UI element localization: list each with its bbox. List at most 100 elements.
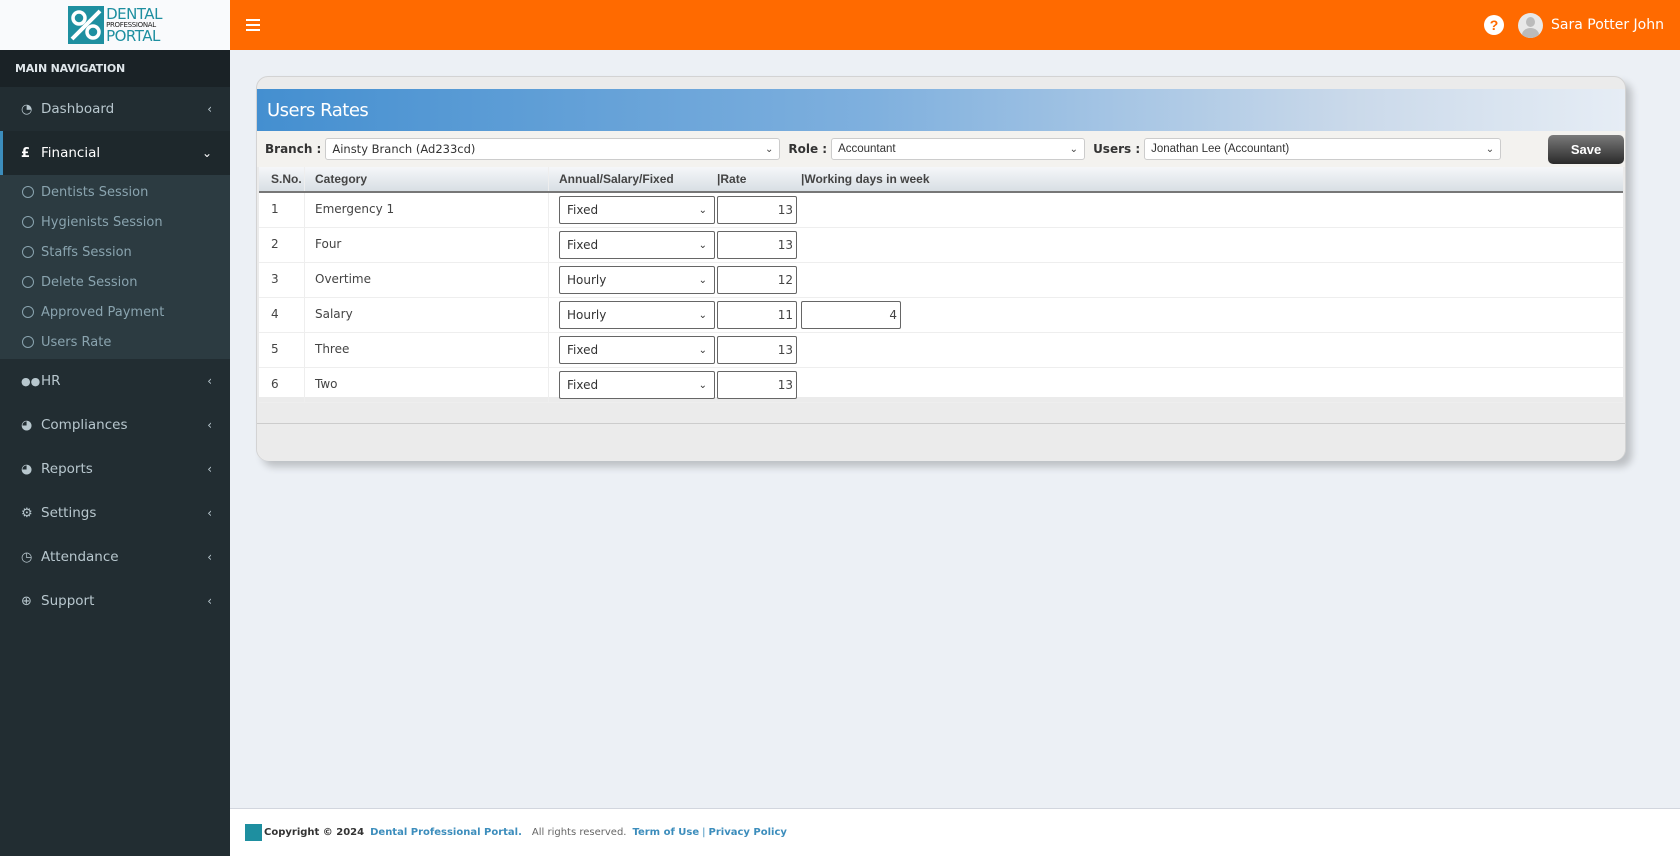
rate-type-value: Fixed	[567, 343, 599, 357]
sidebar-item-compliances[interactable]: ◕ Compliances ‹	[0, 403, 230, 447]
filter-bar: Branch : Ainsty Branch (Ad233cd) ⌄ Role …	[257, 131, 1625, 167]
cell-rate: 13	[717, 196, 801, 224]
sidebar-item-label: Reports	[41, 461, 93, 477]
sidebar-item-reports[interactable]: ◕ Reports ‹	[0, 447, 230, 491]
submenu-item-label: Hygienists Session	[41, 214, 163, 230]
sidebar: MAIN NAVIGATION ◔ Dashboard ‹ £ Financia…	[0, 50, 230, 856]
rate-type-select[interactable]: Fixed ⌄	[559, 231, 715, 259]
users-select[interactable]: Jonathan Lee (Accountant) ⌄	[1144, 138, 1502, 160]
chevron-down-icon: ⌄	[698, 274, 707, 286]
circle-icon	[22, 336, 34, 348]
user-menu[interactable]: Sara Potter John	[1518, 12, 1664, 38]
submenu-item-label: Dentists Session	[41, 184, 149, 200]
cell-category: Three	[305, 333, 549, 367]
table-body: 1 Emergency 1 Fixed ⌄ 13 2 Four Fixed ⌄ 13 3 Overti…	[259, 193, 1623, 403]
rate-input[interactable]: 13	[717, 371, 797, 399]
terms-link[interactable]: Term of Use	[632, 827, 699, 838]
rate-type-select[interactable]: Fixed ⌄	[559, 336, 715, 364]
help-icon[interactable]: ?	[1484, 15, 1504, 35]
chevron-left-icon: ‹	[207, 462, 212, 476]
submenu-item-approved-payment[interactable]: Approved Payment	[0, 297, 230, 327]
column-header-rate: |Rate	[717, 172, 747, 186]
rate-input[interactable]: 13	[717, 196, 797, 224]
rate-input[interactable]: 11	[717, 301, 797, 329]
cell-sno: 6	[259, 368, 305, 402]
table-row: 1 Emergency 1 Fixed ⌄ 13	[259, 193, 1623, 228]
privacy-link[interactable]: Privacy Policy	[709, 827, 787, 838]
chevron-down-icon: ⌄	[1485, 143, 1495, 155]
cell-rate: 12	[717, 266, 801, 294]
submenu-item-users-rate[interactable]: Users Rate	[0, 327, 230, 357]
logo-area[interactable]: DENTAL PROFESSIONAL PORTAL	[0, 0, 230, 50]
rate-input[interactable]: 13	[717, 231, 797, 259]
sidebar-item-dashboard[interactable]: ◔ Dashboard ‹	[0, 87, 230, 131]
rate-input[interactable]: 13	[717, 336, 797, 364]
clock-icon: ◷	[21, 549, 33, 565]
role-select[interactable]: Accountant ⌄	[831, 138, 1086, 160]
branch-label: Branch :	[265, 142, 322, 156]
rates-table: S.No. Category Annual/Salary/Fixed |Rate…	[259, 167, 1623, 403]
financial-submenu: Dentists Session Hygienists Session Staf…	[0, 175, 230, 359]
column-header-sno: S.No.	[259, 167, 305, 191]
circle-icon	[22, 306, 34, 318]
sidebar-item-label: Compliances	[41, 417, 128, 433]
hamburger-icon[interactable]	[246, 19, 260, 31]
submenu-item-staffs-session[interactable]: Staffs Session	[0, 237, 230, 267]
top-navbar: ? Sara Potter John	[230, 0, 1680, 50]
sidebar-item-hr[interactable]: ●● HR ‹	[0, 359, 230, 403]
table-row: 5 Three Fixed ⌄ 13	[259, 333, 1623, 368]
sidebar-item-attendance[interactable]: ◷ Attendance ‹	[0, 535, 230, 579]
rate-type-select[interactable]: Hourly ⌄	[559, 266, 715, 294]
working-days-input[interactable]: 4	[801, 301, 901, 329]
cell-rate: 13	[717, 371, 801, 399]
rate-type-value: Fixed	[567, 203, 599, 217]
submenu-item-dentists-session[interactable]: Dentists Session	[0, 177, 230, 207]
circle-icon	[22, 216, 34, 228]
dashboard-icon: ◔	[21, 101, 33, 117]
panel-footer	[257, 423, 1625, 461]
branch-select[interactable]: Ainsty Branch (Ad233cd) ⌄	[325, 138, 781, 160]
rights-text: All rights reserved.	[531, 827, 627, 838]
page-title: Users Rates	[257, 89, 1625, 131]
cell-category: Overtime	[305, 263, 549, 297]
copyright-text: Copyright © 2024	[264, 827, 365, 838]
branch-select-value: Ainsty Branch (Ad233cd)	[332, 142, 476, 156]
chevron-down-icon: ⌄	[698, 379, 707, 391]
brand-link[interactable]: Dental Professional Portal.	[370, 827, 522, 838]
logo-text: DENTAL PROFESSIONAL PORTAL	[106, 6, 162, 44]
chevron-left-icon: ‹	[207, 594, 212, 608]
cell-working-days: 4	[801, 301, 1001, 329]
cell-rate: 11	[717, 301, 801, 329]
nav-header: MAIN NAVIGATION	[0, 50, 230, 87]
cell-sno: 3	[259, 263, 305, 297]
cell-type: Fixed ⌄	[549, 231, 717, 259]
rate-type-value: Hourly	[567, 308, 607, 322]
rate-input[interactable]: 12	[717, 266, 797, 294]
column-header-type: Annual/Salary/Fixed	[559, 172, 674, 186]
table-row: 4 Salary Hourly ⌄ 11 4	[259, 298, 1623, 333]
role-label: Role :	[788, 142, 828, 156]
chevron-down-icon: ⌄	[698, 204, 707, 216]
cell-category: Two	[305, 368, 549, 402]
submenu-item-delete-session[interactable]: Delete Session	[0, 267, 230, 297]
rate-type-select[interactable]: Fixed ⌄	[559, 371, 715, 399]
sidebar-item-settings[interactable]: ⚙ Settings ‹	[0, 491, 230, 535]
circle-icon	[22, 246, 34, 258]
users-select-value: Jonathan Lee (Accountant)	[1151, 143, 1290, 155]
chevron-down-icon: ⌄	[764, 143, 774, 155]
sidebar-item-label: Financial	[41, 145, 101, 161]
footer-logo-icon	[245, 824, 262, 841]
footer-separator: |	[702, 827, 706, 838]
sidebar-item-support[interactable]: ⊕ Support ‹	[0, 579, 230, 623]
rate-type-select[interactable]: Hourly ⌄	[559, 301, 715, 329]
sidebar-item-label: Support	[41, 593, 95, 609]
table-row: 2 Four Fixed ⌄ 13	[259, 228, 1623, 263]
submenu-item-hygienists-session[interactable]: Hygienists Session	[0, 207, 230, 237]
rate-type-select[interactable]: Fixed ⌄	[559, 196, 715, 224]
chevron-left-icon: ‹	[207, 418, 212, 432]
cell-type: Fixed ⌄	[549, 196, 717, 224]
table-header: S.No. Category Annual/Salary/Fixed |Rate…	[259, 167, 1623, 193]
rate-type-value: Hourly	[567, 273, 607, 287]
save-button[interactable]: Save	[1548, 135, 1624, 164]
sidebar-item-financial[interactable]: £ Financial ⌄	[0, 131, 230, 175]
